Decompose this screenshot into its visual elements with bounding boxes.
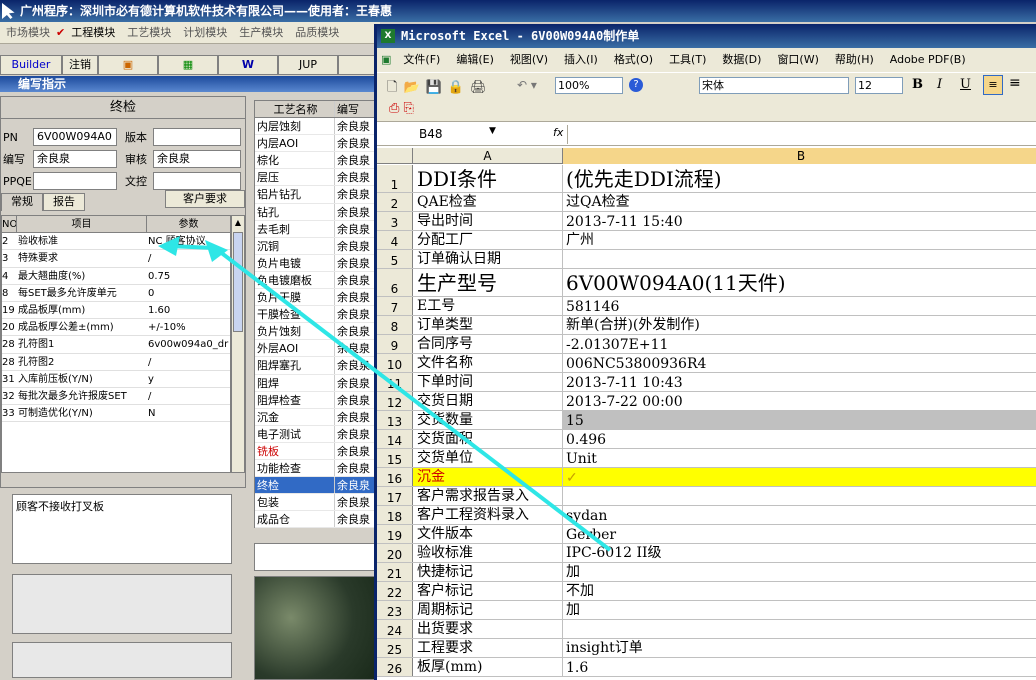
annotation-arrow — [158, 236, 612, 552]
